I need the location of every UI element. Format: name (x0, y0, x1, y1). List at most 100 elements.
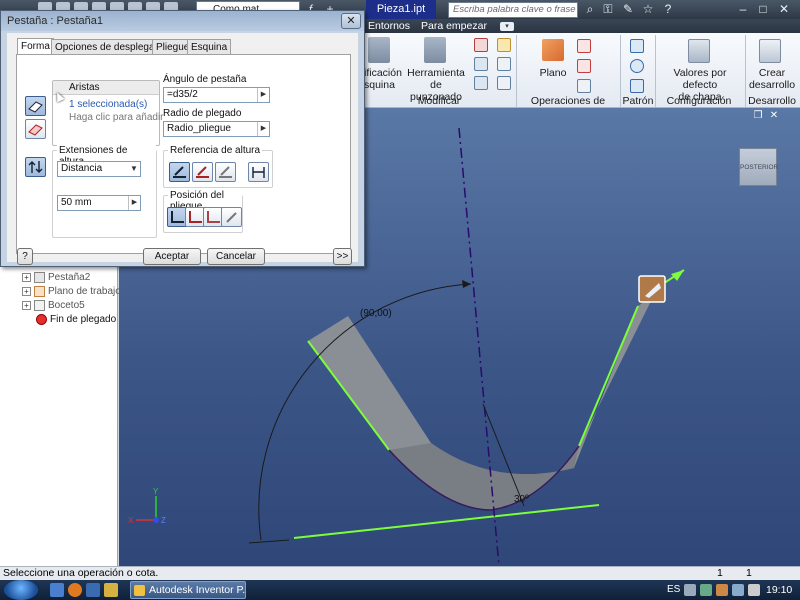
search-input[interactable]: Escriba palabra clave o frase (448, 2, 578, 18)
create-flat-pattern-icon[interactable] (759, 39, 781, 63)
corner-round-icon[interactable] (497, 57, 511, 71)
dialog-close-button[interactable]: ✕ (341, 13, 361, 29)
edges-selected[interactable]: 1 seleccionada(s) (69, 99, 147, 111)
punch-tool-icon[interactable] (424, 37, 446, 63)
flip-direction-button[interactable] (25, 157, 46, 177)
panel-separator (620, 35, 621, 107)
plane-icon[interactable] (542, 39, 564, 61)
expand-icon[interactable]: + (22, 272, 31, 282)
unfold-icon[interactable] (474, 38, 488, 52)
circular-pattern-icon[interactable] (630, 59, 644, 73)
tree-item-work-plane[interactable]: + Plano de trabajo (22, 285, 121, 299)
corner-seam-icon[interactable] (474, 57, 488, 71)
language-indicator[interactable]: ES (667, 580, 680, 600)
refold-icon[interactable] (497, 38, 511, 52)
cut-icon[interactable] (474, 76, 488, 90)
edges-listbox[interactable]: Aristas 1 seleccionada(s) Haga clic para… (52, 80, 164, 146)
datum-outer-button[interactable] (169, 162, 190, 182)
edge-select-icon (28, 101, 43, 113)
work-point-icon[interactable] (577, 59, 591, 73)
tray-help-icon[interactable] (684, 584, 696, 596)
tray-network-icon[interactable] (700, 584, 712, 596)
flange-angle-value: =d35/2 (167, 89, 198, 100)
height-distance-value: 50 mm (61, 197, 92, 208)
modify-corner-label[interactable]: ificación squina (364, 67, 402, 91)
mirror-icon[interactable] (630, 79, 644, 93)
face-select-button[interactable] (25, 119, 46, 139)
datum-aligned-button[interactable] (248, 162, 269, 182)
viewport-restore-icon[interactable]: ❐ (752, 110, 764, 122)
expand-icon[interactable]: + (22, 300, 31, 310)
datum-inner-button[interactable] (192, 162, 213, 182)
tray-volume-icon[interactable] (748, 584, 760, 596)
modify-corner-label-line2: squina (364, 79, 395, 91)
minimize-icon[interactable]: – (735, 2, 751, 17)
panel-setup-title: Configuración (666, 95, 732, 107)
height-extents-select[interactable]: Distancia ▼ (57, 161, 141, 177)
tree-item-end-of-bend[interactable]: Fin de plegado (36, 313, 116, 327)
rectangular-pattern-icon[interactable] (630, 39, 644, 53)
ucs-icon[interactable] (577, 79, 591, 93)
tab-forma[interactable]: Forma (17, 38, 54, 55)
small-angle-label[interactable]: 30º (514, 494, 529, 505)
tab-entornos[interactable]: Entornos (368, 19, 410, 33)
panel-flat-pattern-title: Desarrollo (748, 95, 796, 107)
end-of-part-icon (36, 313, 47, 325)
tab-para-empezar[interactable]: Para empezar (421, 19, 487, 33)
bend-radius-arrow-icon[interactable]: ▶ (257, 122, 269, 136)
tree-item-boceto5[interactable]: + Boceto5 (22, 299, 85, 313)
ok-button[interactable]: Aceptar (143, 248, 201, 265)
datum-tangent-button[interactable] (215, 162, 236, 182)
tools-icon[interactable]: ✎ (620, 2, 636, 17)
edge-select-button[interactable] (25, 96, 46, 116)
show-desktop-icon[interactable] (50, 583, 64, 597)
height-datum-group: Referencia de altura (163, 145, 273, 188)
key-icon[interactable]: ⚿ (600, 2, 616, 17)
dialog-title[interactable]: Pestaña : Pestaña1 (1, 11, 364, 31)
corner-edit-icon[interactable] (368, 37, 390, 63)
bend-tangent-icon (226, 212, 237, 223)
flange-angle-input[interactable]: =d35/2 ▶ (163, 87, 270, 103)
viewcube[interactable]: POSTERIOR (739, 148, 778, 186)
tab-esquina[interactable]: Esquina (187, 39, 232, 54)
tray-security-icon[interactable] (716, 584, 728, 596)
star-icon[interactable]: ☆ (640, 2, 656, 17)
maximize-icon[interactable]: □ (755, 2, 771, 17)
corner-chamfer-icon[interactable] (497, 76, 511, 90)
angle-dimension-label[interactable]: (90,00) (360, 308, 392, 319)
firefox-icon[interactable] (68, 583, 82, 597)
help-button[interactable]: ? (17, 248, 33, 265)
work-axis-icon[interactable] (577, 39, 591, 53)
cancel-button[interactable]: Cancelar (207, 248, 265, 265)
taskbar-item-inventor[interactable]: Autodesk Inventor P... (130, 581, 246, 599)
start-button[interactable] (4, 580, 38, 600)
dialog-body: Forma Opciones de desplegado Pliegue Esq… (7, 33, 358, 265)
datum-tangent-icon (219, 166, 232, 178)
more-options-button[interactable]: >> (333, 248, 352, 265)
search-icon[interactable]: ⌕ (582, 2, 598, 17)
plane-button[interactable]: Plano (534, 67, 572, 79)
chevron-down-icon[interactable]: ▼ (128, 162, 140, 176)
flip-direction-icon (28, 161, 43, 173)
help-icon: ? (22, 251, 28, 262)
create-flat-pattern-button[interactable]: Crear desarrollo (746, 67, 798, 91)
bend-position-tangent-button[interactable] (221, 207, 242, 227)
height-distance-input[interactable]: 50 mm ▶ (57, 195, 141, 211)
height-distance-arrow-icon[interactable]: ▶ (128, 196, 140, 210)
bend-radius-input[interactable]: Radio_pliegue ▶ (163, 121, 270, 137)
viewport-close-icon[interactable]: ✕ (768, 110, 780, 122)
flange-angle-arrow-icon[interactable]: ▶ (257, 88, 269, 102)
expand-icon[interactable]: + (22, 286, 31, 296)
taskbar-clock[interactable]: 19:10 (766, 580, 792, 600)
flange-dialog: Pestaña : Pestaña1 ✕ Forma Opciones de d… (0, 10, 365, 267)
close-icon[interactable]: ✕ (776, 2, 792, 17)
media-player-icon[interactable] (86, 583, 100, 597)
ribbon-options-icon[interactable]: ▾ (500, 22, 514, 31)
help-icon[interactable]: ? (660, 2, 676, 17)
tree-item-pestana2[interactable]: + Pestaña2 (22, 271, 90, 285)
work-plane-icon (34, 285, 45, 297)
document-title: Pieza1.ipt (366, 0, 436, 19)
explorer-icon[interactable] (104, 583, 118, 597)
sheet-metal-defaults-icon[interactable] (688, 39, 710, 63)
tray-sync-icon[interactable] (732, 584, 744, 596)
